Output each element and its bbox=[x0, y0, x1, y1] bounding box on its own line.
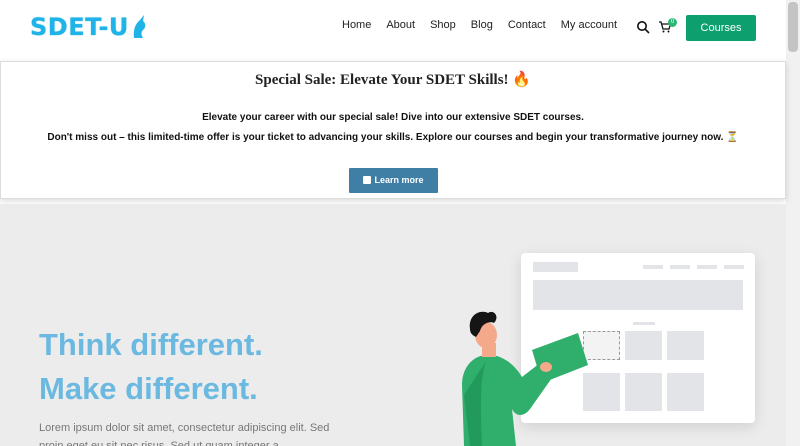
learn-more-label: Learn more bbox=[374, 175, 424, 185]
courses-button[interactable]: Courses bbox=[686, 15, 756, 41]
scrollbar-thumb[interactable] bbox=[788, 2, 798, 52]
edit-icon bbox=[363, 176, 372, 184]
person-illustration bbox=[462, 311, 588, 446]
main-nav: Home About Shop Blog Contact My account bbox=[342, 19, 632, 31]
hero-title: Think different. Make different. bbox=[39, 323, 263, 411]
nav-contact[interactable]: Contact bbox=[508, 19, 546, 31]
hero-title-line-2: Make different. bbox=[39, 371, 258, 406]
logo[interactable]: SDET-U bbox=[30, 13, 147, 41]
banner-text-line-1: Elevate your career with our special sal… bbox=[202, 112, 584, 123]
hero-title-line-1: Think different. bbox=[39, 327, 263, 362]
nav-blog[interactable]: Blog bbox=[471, 19, 493, 31]
cart-count-badge: 0 bbox=[668, 18, 677, 27]
hero-text: Lorem ipsum dolor sit amet, consectetur … bbox=[39, 422, 330, 446]
unicorn-logo-icon bbox=[133, 15, 146, 38]
sale-banner: Special Sale: Elevate Your SDET Skills! … bbox=[0, 61, 786, 199]
search-icon[interactable] bbox=[636, 20, 650, 34]
banner-text-line-2: Don't miss out – this limited-time offer… bbox=[47, 132, 739, 143]
banner-title: Special Sale: Elevate Your SDET Skills! … bbox=[255, 72, 531, 88]
nav-my-account[interactable]: My account bbox=[561, 19, 617, 31]
nav-about[interactable]: About bbox=[386, 19, 415, 31]
learn-more-button[interactable]: Learn more bbox=[349, 168, 438, 193]
nav-home[interactable]: Home bbox=[342, 19, 371, 31]
site-header: SDET-U Home About Shop Blog Contact My a… bbox=[0, 0, 800, 58]
nav-shop[interactable]: Shop bbox=[430, 19, 456, 31]
scrollbar[interactable] bbox=[786, 0, 800, 446]
logo-text: SDET-U bbox=[30, 13, 129, 41]
